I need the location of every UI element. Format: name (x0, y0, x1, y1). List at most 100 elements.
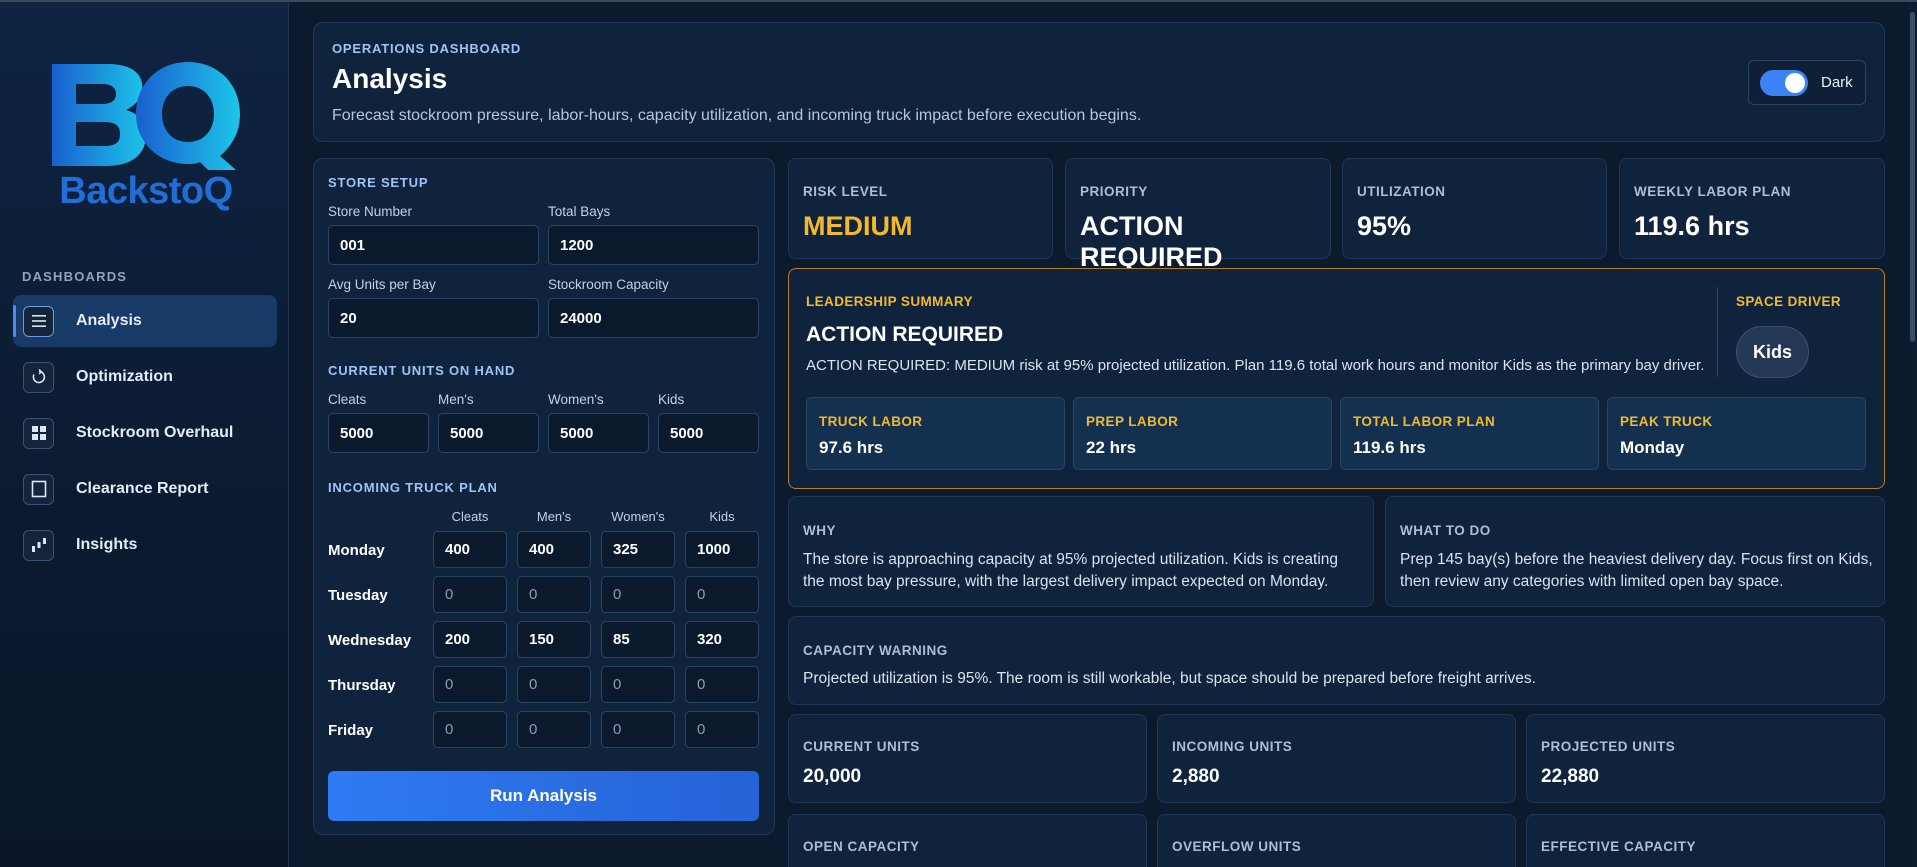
sidebar-item-analysis[interactable]: Analysis (13, 295, 277, 347)
kpi-card-risk: RISK LEVEL MEDIUM (788, 158, 1053, 259)
sub-card-label: PREP LABOR (1086, 414, 1179, 429)
truck-input[interactable]: 0 (601, 666, 675, 703)
total-labor-card: TOTAL LABOR PLAN 119.6 hrs (1340, 397, 1599, 470)
sidebar-item-label: Optimization (76, 368, 173, 385)
kpi-value: 95% (1357, 211, 1412, 241)
capacity-warning-card: CAPACITY WARNING Projected utilization i… (788, 616, 1885, 705)
current-units-card: CURRENT UNITS 20,000 (788, 714, 1147, 803)
truck-input[interactable]: 0 (517, 666, 591, 703)
page-title: Analysis (332, 63, 448, 94)
units-label: EFFECTIVE CAPACITY (1541, 839, 1697, 854)
sidebar-item-label: Clearance Report (76, 480, 209, 497)
truck-input[interactable]: 0 (685, 576, 759, 613)
on-hand-cleats-input[interactable]: 5000 (328, 413, 429, 453)
toggle-switch[interactable] (1760, 69, 1808, 96)
on-hand-womens-label: Women's (548, 392, 604, 407)
units-label: OPEN CAPACITY (803, 839, 920, 854)
total-bays-input[interactable]: 1200 (548, 225, 759, 265)
refresh-icon (23, 361, 54, 393)
sidebar-item-insights[interactable]: Insights (13, 519, 277, 571)
truck-day-label: Wednesday (328, 632, 412, 649)
why-label: WHY (803, 523, 836, 538)
truck-input[interactable]: 85 (601, 621, 675, 658)
units-label: CURRENT UNITS (803, 739, 920, 754)
sidebar-item-stockroom-overhaul[interactable]: Stockroom Overhaul (13, 407, 277, 459)
capacity-label: Stockroom Capacity (548, 277, 669, 292)
truck-input[interactable]: 0 (433, 576, 507, 613)
truck-input[interactable]: 320 (685, 621, 759, 658)
brand-name: BackstoQ (59, 170, 233, 212)
truck-day-label: Friday (328, 722, 374, 739)
kpi-label: WEEKLY LABOR PLAN (1634, 184, 1792, 199)
projected-units-card: PROJECTED UNITS 22,880 (1526, 714, 1885, 803)
units-label: INCOMING UNITS (1172, 739, 1293, 754)
leadership-summary: LEADERSHIP SUMMARY ACTION REQUIRED ACTIO… (788, 268, 1885, 489)
toggle-knob (1785, 72, 1805, 93)
sidebar-item-optimization[interactable]: Optimization (13, 351, 277, 403)
peak-truck-card: PEAK TRUCK Monday (1607, 397, 1866, 470)
capacity-input[interactable]: 24000 (548, 298, 759, 338)
truck-input[interactable]: 0 (517, 711, 591, 748)
sub-card-value: 97.6 hrs (819, 438, 884, 457)
truck-input[interactable]: 0 (601, 576, 675, 613)
page-subtitle: Forecast stockroom pressure, labor-hours… (332, 107, 1142, 124)
brand-logo: BackstoQ (48, 58, 244, 216)
truck-plan-title: INCOMING TRUCK PLAN (328, 480, 498, 495)
truck-col-kids: Kids (709, 509, 735, 524)
truck-input[interactable]: 0 (433, 666, 507, 703)
kpi-card-priority: PRIORITY ACTION REQUIRED (1065, 158, 1331, 272)
truck-input[interactable]: 400 (433, 531, 507, 568)
sub-card-label: TRUCK LABOR (819, 414, 923, 429)
on-hand-kids-input[interactable]: 5000 (658, 413, 759, 453)
sidebar-nav: Analysis Optimization Stockroom Overhaul… (13, 295, 277, 575)
truck-input[interactable]: 150 (517, 621, 591, 658)
truck-day-label: Tuesday (328, 587, 388, 604)
units-value: 2,880 (1172, 766, 1220, 787)
truck-input[interactable]: 0 (433, 711, 507, 748)
sidebar-item-clearance-report[interactable]: Clearance Report (13, 463, 277, 515)
truck-input[interactable]: 0 (685, 711, 759, 748)
sub-card-label: TOTAL LABOR PLAN (1353, 414, 1496, 429)
what-to-do-text: Prep 145 bay(s) before the heaviest deli… (1400, 551, 1873, 590)
scrollbar-thumb[interactable] (1910, 12, 1915, 342)
truck-input[interactable]: 400 (517, 531, 591, 568)
space-driver-badge: Kids (1736, 326, 1809, 378)
capacity-warning-text: Projected utilization is 95%. The room i… (803, 670, 1536, 687)
on-hand-mens-input[interactable]: 5000 (438, 413, 539, 453)
what-to-do-label: WHAT TO DO (1400, 523, 1491, 538)
truck-input[interactable]: 0 (517, 576, 591, 613)
store-number-input[interactable]: 001 (328, 225, 539, 265)
open-capacity-card: OPEN CAPACITY (788, 814, 1147, 867)
summary-divider (1717, 287, 1718, 377)
truck-input[interactable]: 200 (433, 621, 507, 658)
truck-input[interactable]: 1000 (685, 531, 759, 568)
units-value: 22,880 (1541, 766, 1600, 787)
summary-eyebrow: LEADERSHIP SUMMARY (806, 294, 973, 309)
summary-text: ACTION REQUIRED: MEDIUM risk at 95% proj… (806, 357, 1705, 374)
truck-input[interactable]: 0 (601, 711, 675, 748)
truck-input[interactable]: 325 (601, 531, 675, 568)
sub-card-label: PEAK TRUCK (1620, 414, 1713, 429)
bq-logo-icon (52, 62, 240, 170)
space-driver-label: SPACE DRIVER (1736, 294, 1842, 309)
scrollbar-track[interactable] (1908, 2, 1917, 867)
incoming-units-card: INCOMING UNITS 2,880 (1157, 714, 1516, 803)
kpi-label: UTILIZATION (1357, 184, 1446, 199)
grid-icon (23, 417, 54, 449)
avg-units-label: Avg Units per Bay (328, 277, 436, 292)
on-hand-womens-input[interactable]: 5000 (548, 413, 649, 453)
theme-toggle[interactable]: Dark (1748, 60, 1866, 105)
truck-day-label: Thursday (328, 677, 396, 694)
truck-labor-card: TRUCK LABOR 97.6 hrs (806, 397, 1065, 470)
sidebar-item-label: Insights (76, 536, 138, 553)
truck-day-label: Monday (328, 542, 385, 559)
avg-units-input[interactable]: 20 (328, 298, 539, 338)
truck-input[interactable]: 0 (685, 666, 759, 703)
store-number-label: Store Number (328, 204, 413, 219)
total-bays-label: Total Bays (548, 204, 611, 219)
on-hand-kids-label: Kids (658, 392, 685, 407)
truck-col-mens: Men's (536, 509, 572, 524)
units-label: PROJECTED UNITS (1541, 739, 1676, 754)
run-analysis-button[interactable]: Run Analysis (328, 771, 759, 821)
why-card: WHY The store is approaching capacity at… (788, 496, 1374, 607)
